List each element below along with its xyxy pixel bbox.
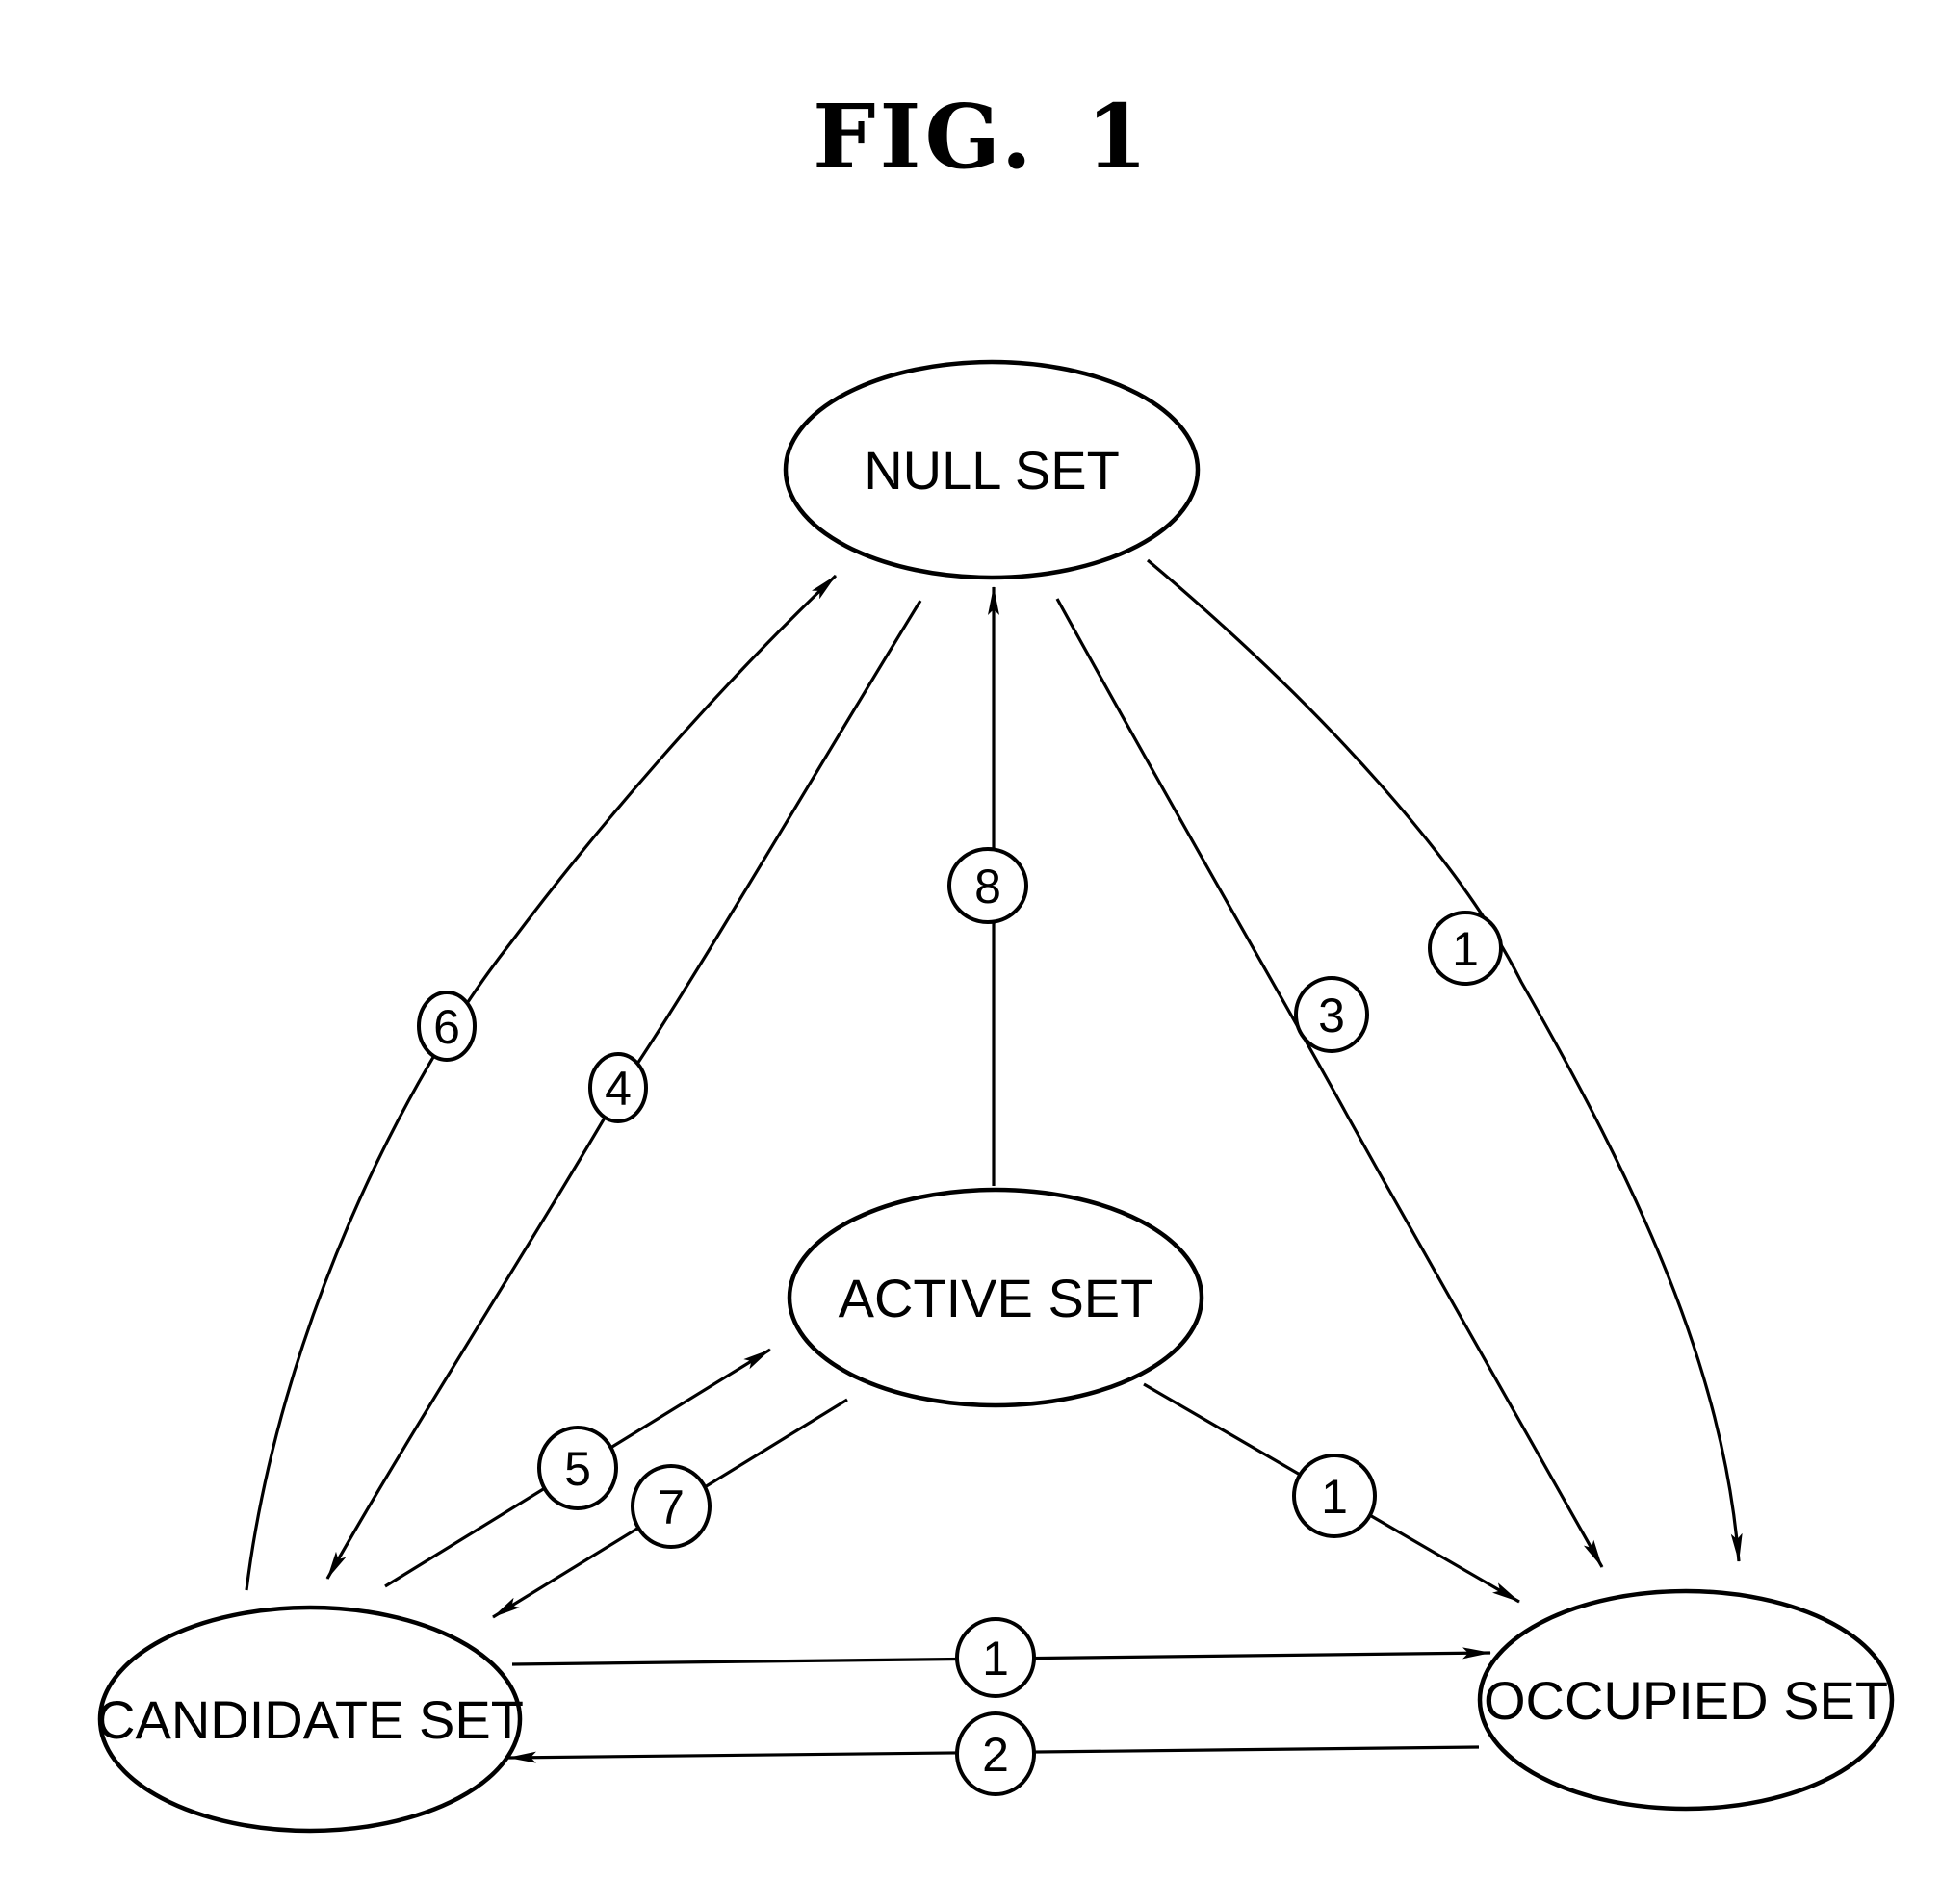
edge-label-7: 7 [631, 1464, 712, 1549]
svg-text:2: 2 [982, 1728, 1009, 1782]
edge-label-8: 8 [947, 847, 1028, 924]
edge-label-3: 3 [1294, 976, 1369, 1053]
edge-label-1-candidate-occupied: 1 [955, 1617, 1036, 1698]
edge-label-2: 2 [955, 1711, 1036, 1796]
edges [245, 558, 1743, 1763]
svg-text:3: 3 [1318, 989, 1345, 1042]
svg-text:1: 1 [982, 1632, 1009, 1685]
edge-label-1-active-occupied: 1 [1292, 1454, 1377, 1538]
edge-label-1-null-occupied: 1 [1428, 911, 1503, 986]
node-active-set: ACTIVE SET [787, 1187, 1204, 1408]
svg-text:OCCUPIED SET: OCCUPIED SET [1484, 1670, 1888, 1731]
svg-text:8: 8 [974, 860, 1001, 913]
node-occupied-set: OCCUPIED SET [1477, 1588, 1895, 1812]
edge-label-4: 4 [588, 1052, 648, 1123]
edge-3-line [1055, 598, 1604, 1568]
svg-text:CANDIDATE SET: CANDIDATE SET [96, 1689, 524, 1750]
node-candidate-set: CANDIDATE SET [96, 1605, 524, 1834]
edge-1a-line [1146, 558, 1743, 1562]
svg-text:NULL SET: NULL SET [864, 440, 1120, 501]
svg-text:1: 1 [1321, 1470, 1348, 1524]
svg-text:1: 1 [1452, 922, 1479, 976]
edge-6-line [245, 574, 838, 1591]
svg-text:4: 4 [605, 1062, 632, 1116]
state-diagram: 6 4 8 3 1 5 7 1 1 2 NULL SET ACTIVE SET … [96, 359, 1895, 1834]
svg-text:ACTIVE SET: ACTIVE SET [839, 1268, 1153, 1328]
edge-label-6: 6 [417, 991, 477, 1062]
svg-text:5: 5 [564, 1442, 591, 1496]
edge-label-5: 5 [537, 1426, 618, 1510]
svg-text:6: 6 [433, 1000, 460, 1054]
svg-text:7: 7 [658, 1480, 685, 1534]
node-null-set: NULL SET [783, 359, 1201, 580]
